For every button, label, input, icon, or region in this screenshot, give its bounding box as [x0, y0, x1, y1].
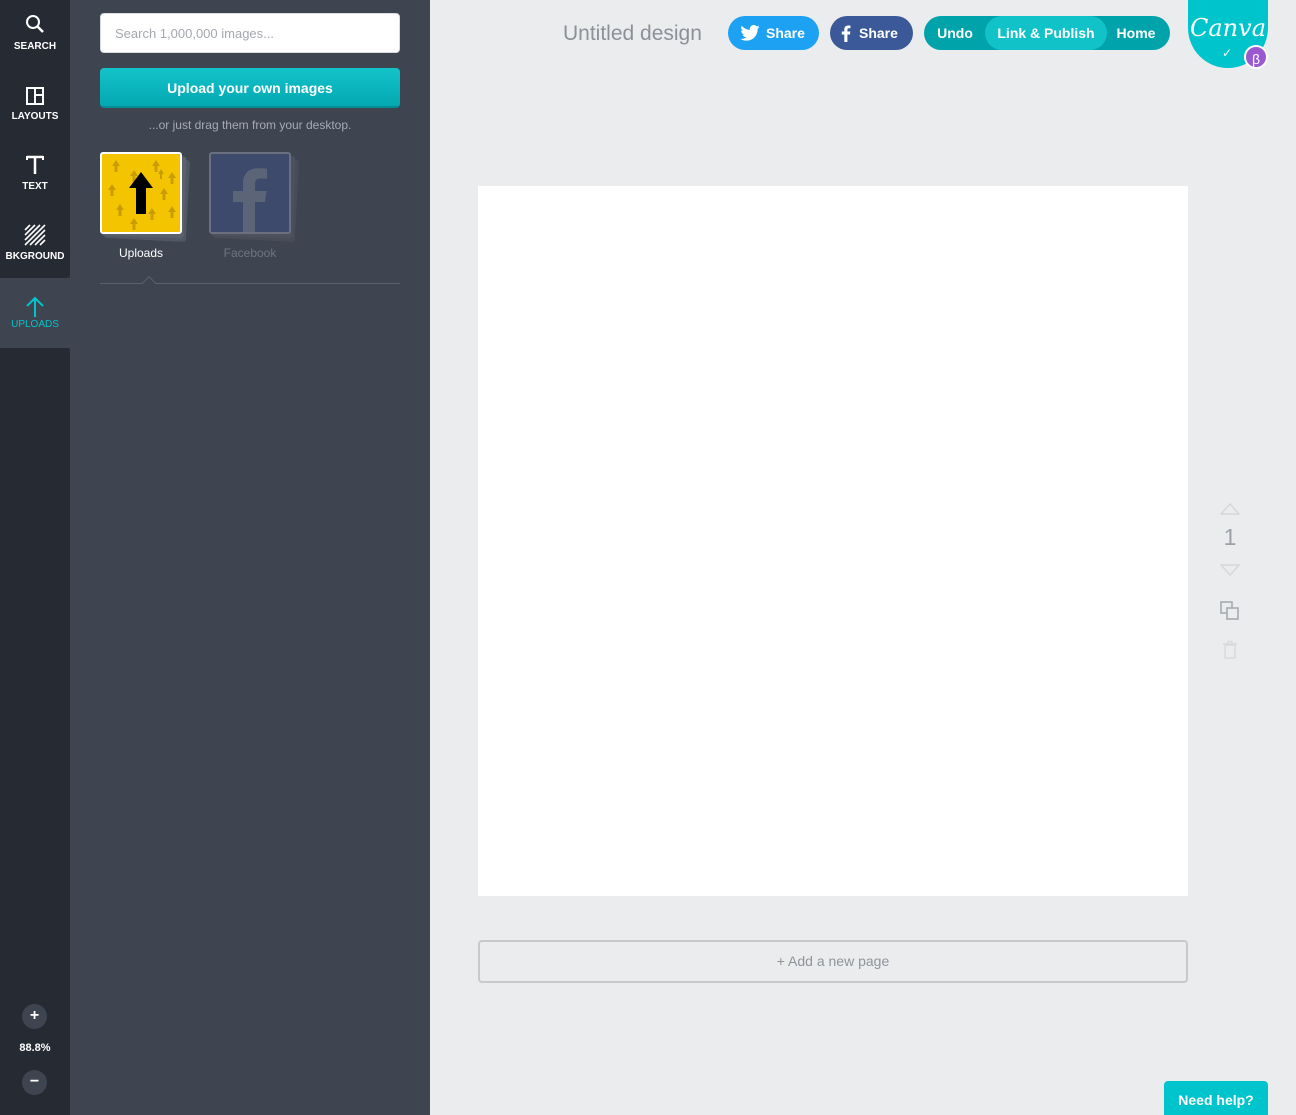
rail-item-background[interactable]: BKGROUND [0, 210, 70, 280]
beta-badge: β [1244, 45, 1268, 69]
search-icon [26, 15, 44, 33]
page-up-icon[interactable] [1216, 502, 1244, 520]
drag-hint-text: ...or just drag them from your desktop. [148, 118, 352, 132]
rail-item-label: SEARCH [13, 41, 57, 52]
upload-arrow-icon [26, 296, 44, 317]
rail-bottom-group [0, 348, 70, 1115]
left-rail: SEARCH LAYOUTS TEXT BKGROUND UPLOADS + 8… [0, 0, 70, 1115]
twitter-bird-icon [740, 25, 760, 41]
twitter-share-button[interactable]: Share [728, 16, 819, 50]
delete-page-icon[interactable] [1216, 640, 1244, 665]
action-button-group: Undo Link & Publish Home [924, 16, 1170, 50]
zoom-out-button[interactable]: − [22, 1070, 47, 1095]
background-icon [24, 224, 46, 246]
rail-item-layouts[interactable]: LAYOUTS [0, 70, 70, 140]
uploads-panel: Upload your own images ...or just drag t… [70, 0, 430, 1115]
image-search-input[interactable] [100, 13, 400, 53]
duplicate-page-icon[interactable] [1216, 600, 1244, 627]
rail-item-text[interactable]: TEXT [0, 140, 70, 210]
facebook-share-button[interactable]: Share [830, 16, 913, 50]
home-button[interactable]: Home [1107, 16, 1165, 50]
uploads-folder[interactable] [100, 152, 191, 243]
chevron-up-icon [1219, 502, 1241, 515]
facebook-share-label: Share [859, 25, 898, 41]
uploads-folder-thumbnail [100, 152, 182, 234]
uploads-arrows-icon [108, 160, 176, 230]
layouts-icon [26, 87, 44, 105]
facebook-f-icon [233, 168, 267, 232]
design-page[interactable] [478, 186, 1188, 896]
twitter-share-label: Share [766, 25, 805, 41]
rail-item-label: LAYOUTS [11, 111, 59, 122]
zoom-in-button[interactable]: + [22, 1004, 47, 1029]
facebook-folder[interactable] [209, 152, 300, 243]
rail-item-uploads[interactable]: UPLOADS [0, 278, 70, 348]
logo-wordmark: Canva [1190, 14, 1266, 42]
zoom-level: 88.8% [19, 1042, 51, 1054]
link-publish-button[interactable]: Link & Publish [985, 16, 1107, 50]
facebook-folder-label: Facebook [223, 246, 277, 260]
upload-images-button[interactable]: Upload your own images [100, 68, 400, 108]
uploads-folder-label: Uploads [118, 246, 164, 260]
active-folder-caret [141, 275, 157, 291]
saved-check-icon: ✓ [1222, 46, 1233, 60]
rail-item-label: TEXT [22, 181, 48, 192]
chevron-down-icon [1219, 564, 1241, 577]
page-down-icon[interactable] [1216, 563, 1244, 581]
trash-icon [1223, 640, 1237, 659]
rail-item-search[interactable]: SEARCH [0, 0, 70, 70]
add-new-page-button[interactable]: + Add a new page [478, 940, 1188, 983]
rail-item-label: BKGROUND [5, 251, 65, 262]
text-icon [26, 155, 44, 174]
facebook-icon [841, 25, 851, 42]
undo-button[interactable]: Undo [924, 16, 986, 50]
rail-item-label: UPLOADS [11, 319, 59, 330]
need-help-button[interactable]: Need help? [1164, 1081, 1268, 1115]
design-title[interactable]: Untitled design [563, 22, 702, 46]
copy-icon [1220, 601, 1239, 620]
facebook-folder-thumbnail [209, 152, 291, 234]
page-number: 1 [1223, 524, 1237, 550]
